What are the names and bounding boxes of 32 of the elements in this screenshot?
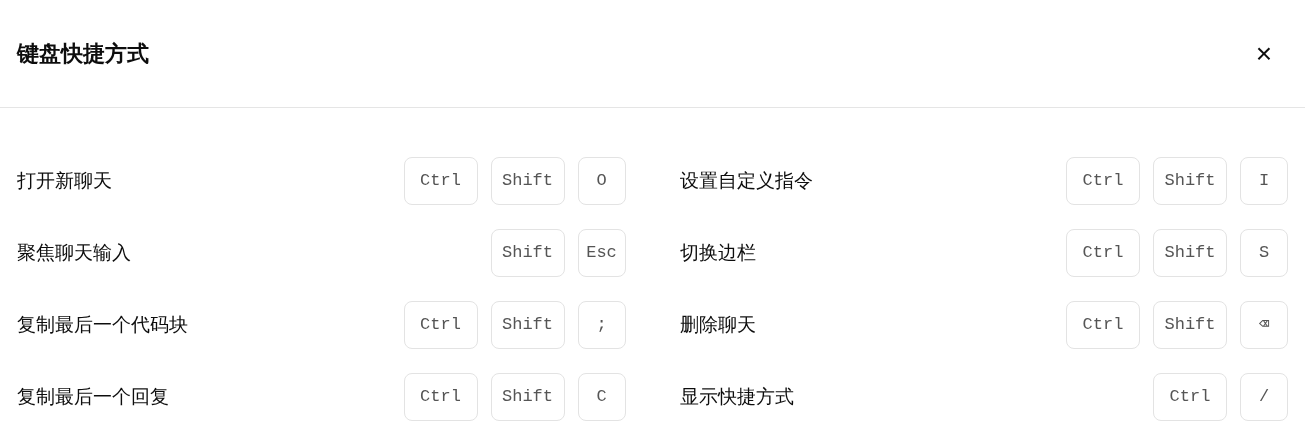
key-cap: Shift [490, 229, 565, 277]
key-cap: Shift [1153, 157, 1227, 205]
key-cap: Ctrl [1066, 229, 1140, 277]
key-cap: Shift [490, 373, 565, 421]
shortcut-label: 打开新聊天 [17, 168, 112, 193]
key-cap: S [1240, 229, 1288, 277]
key-cap: / [1240, 373, 1288, 421]
shortcut-label: 显示快捷方式 [679, 384, 794, 409]
key-cap: Shift [490, 157, 565, 205]
key-cap: Ctrl [1066, 301, 1140, 349]
key-cap: I [1240, 157, 1288, 205]
key-cap: Ctrl [1153, 373, 1227, 421]
key-cap: Shift [490, 301, 565, 349]
close-button[interactable]: × [1248, 37, 1280, 70]
key-cap: Shift [1153, 229, 1227, 277]
key-cap: Ctrl [403, 301, 478, 349]
key-cap: C [577, 373, 626, 421]
key-cap: Ctrl [403, 373, 478, 421]
shortcut-label: 删除聊天 [679, 312, 756, 337]
shortcut-label: 切换边栏 [679, 240, 756, 265]
shortcut-label: 复制最后一个回复 [17, 384, 169, 409]
dialog-title: 键盘快捷方式 [17, 40, 149, 68]
key-cap: Ctrl [403, 157, 478, 205]
shortcut-label: 设置自定义指令 [679, 168, 813, 193]
key-cap: Shift [1153, 301, 1227, 349]
key-cap: O [577, 157, 626, 205]
key-cap: Esc [577, 229, 626, 277]
shortcut-label: 复制最后一个代码块 [17, 312, 188, 337]
key-cap: Ctrl [1066, 157, 1140, 205]
key-cap: ; [577, 301, 626, 349]
shortcut-label: 聚焦聊天输入 [17, 240, 131, 265]
key-cap: ⌫ [1240, 301, 1288, 349]
